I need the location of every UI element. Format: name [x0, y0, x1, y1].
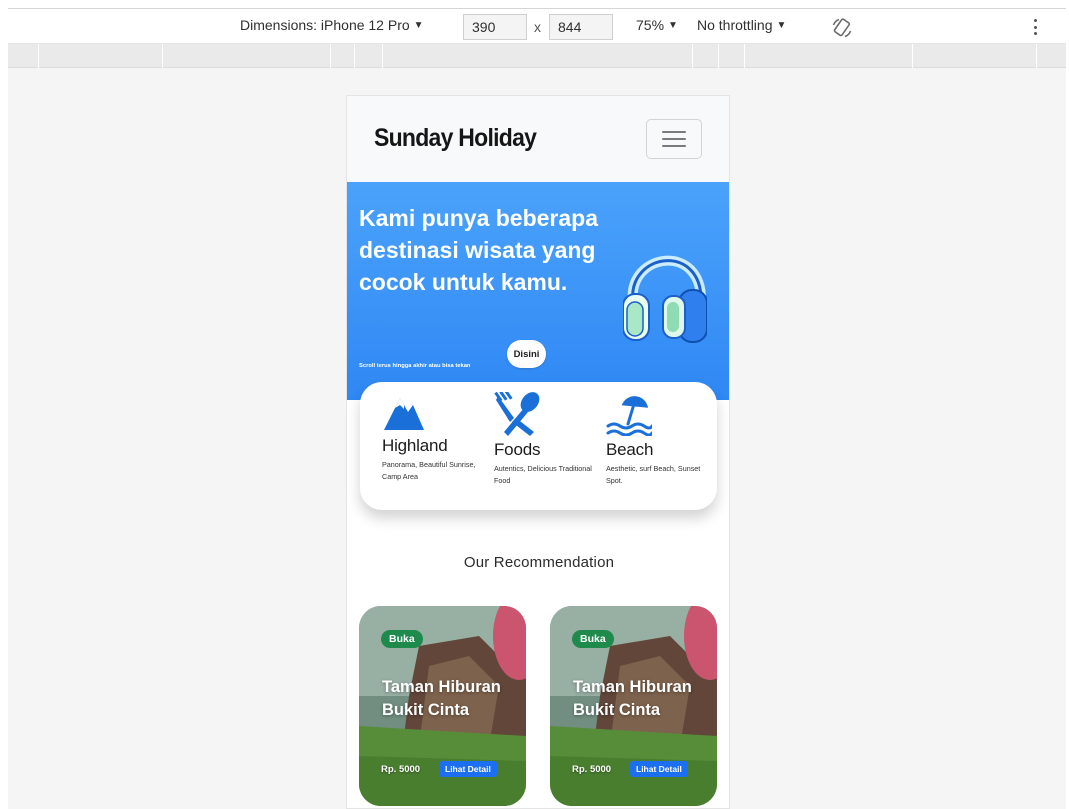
brand-logo[interactable]: Sunday Holiday — [374, 124, 537, 153]
caret-down-icon: ▼ — [413, 19, 424, 31]
caret-down-icon: ▼ — [668, 19, 678, 31]
category-card: Highland Panorama, Beautiful Sunrise, Ca… — [360, 382, 717, 510]
throttling-select-label: No throttling — [697, 17, 773, 33]
zoom-select[interactable]: 75% ▼ — [636, 17, 678, 33]
mountain-icon — [384, 398, 424, 430]
place-card[interactable]: Buka Taman Hiburan Bukit Cinta Rp. 5000 … — [359, 606, 526, 806]
hero-subtitle: Scroll terus hingga akhir atau bisa teka… — [359, 363, 471, 369]
beach-umbrella-icon — [606, 396, 652, 436]
place-price: Rp. 5000 — [381, 764, 421, 775]
category-desc: Panorama, Beautiful Sunrise, Camp Area — [382, 460, 476, 481]
place-name: Taman Hiburan Bukit Cinta — [382, 678, 501, 719]
rotate-icon[interactable] — [830, 16, 854, 40]
category-desc: Autentics, Delicious Traditional Food — [494, 464, 592, 485]
lihat-detail-button[interactable]: Lihat Detail — [630, 761, 688, 777]
place-price: Rp. 5000 — [572, 764, 612, 775]
hamburger-menu-icon[interactable] — [646, 119, 702, 159]
headphones-icon — [623, 255, 707, 343]
category-name: Highland — [382, 436, 448, 455]
recommendation-title: Our Recommendation — [463, 554, 615, 571]
device-toolbar: Dimensions: iPhone 12 Pro ▼ 390 x 844 75… — [8, 8, 1066, 44]
lihat-detail-button[interactable]: Lihat Detail — [439, 761, 497, 777]
device-screen: Sunday Holiday Kami punya beberapa desti… — [346, 95, 730, 809]
place-card[interactable]: Buka Taman Hiburan Bukit Cinta Rp. 5000 … — [550, 606, 717, 806]
place-name: Taman Hiburan Bukit Cinta — [573, 678, 692, 719]
device-select[interactable]: Dimensions: iPhone 12 Pro ▼ — [240, 17, 424, 33]
fork-spoon-icon — [494, 392, 540, 436]
hero-title: Kami punya beberapa destinasi wisata yan… — [359, 205, 599, 295]
category-name: Beach — [606, 440, 654, 459]
category-name: Foods — [494, 440, 541, 459]
zoom-select-label: 75% — [636, 17, 665, 33]
caret-down-icon: ▼ — [776, 19, 787, 31]
media-query-ruler — [8, 44, 1066, 68]
throttling-select[interactable]: No throttling ▼ — [697, 17, 786, 33]
status-badge: Buka — [572, 630, 614, 648]
times-sign: x — [534, 19, 541, 35]
status-badge: Buka — [381, 630, 423, 648]
device-select-label: Dimensions: iPhone 12 Pro — [240, 17, 410, 33]
navbar: Sunday Holiday — [347, 96, 729, 182]
width-input[interactable]: 390 — [463, 14, 527, 40]
height-input[interactable]: 844 — [549, 14, 613, 40]
more-options-icon[interactable] — [1032, 17, 1038, 37]
disini-button[interactable]: Disini — [507, 340, 546, 368]
category-beach[interactable]: Beach Aesthetic, surf Beach, Sunset Spot… — [606, 392, 716, 487]
category-highland[interactable]: Highland Panorama, Beautiful Sunrise, Ca… — [382, 392, 492, 483]
category-foods[interactable]: Foods Autentics, Delicious Traditional F… — [494, 392, 604, 487]
category-desc: Aesthetic, surf Beach, Sunset Spot. — [606, 464, 701, 485]
